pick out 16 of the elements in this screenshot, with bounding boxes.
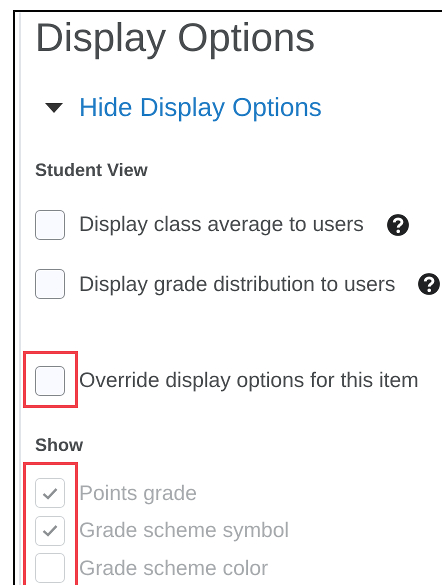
section-heading: Student View (35, 159, 149, 181)
toggle-link[interactable]: Hide Display Options (43, 92, 322, 123)
checkbox[interactable] (35, 269, 65, 300)
option-label: Display grade distribution to users (79, 272, 396, 298)
check-icon (42, 524, 58, 538)
checkbox[interactable] (35, 366, 65, 396)
option-label: Grade scheme symbol (79, 518, 290, 544)
page-title: Display Options (35, 15, 316, 62)
check-icon (42, 486, 58, 500)
option-label: Points grade (79, 480, 197, 506)
section-heading: Show (35, 434, 84, 456)
option-label: Override display options for this item (79, 368, 419, 394)
checkbox[interactable] (35, 210, 65, 240)
option-label: Display class average to users (79, 212, 364, 238)
option-label: Grade scheme color (79, 556, 268, 582)
caret-icon (43, 100, 65, 114)
